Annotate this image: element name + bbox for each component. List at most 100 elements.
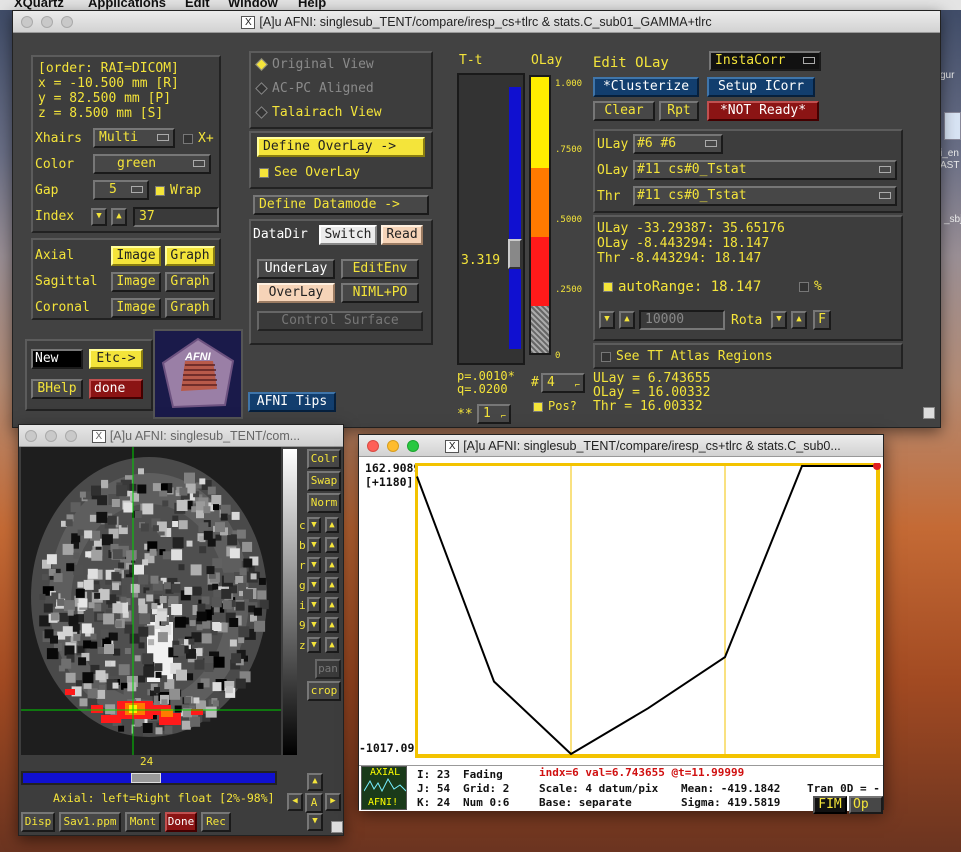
- stars-menu[interactable]: 1 ⌐: [477, 404, 511, 424]
- menu-help[interactable]: Help: [298, 0, 326, 10]
- threshold-slider-trough[interactable]: 3.319: [457, 73, 525, 365]
- index-up-arrow-icon[interactable]: ▲: [111, 208, 127, 226]
- see-tt-toggle[interactable]: See TT Atlas Regions: [601, 349, 773, 364]
- resize-grip-icon[interactable]: [331, 821, 343, 833]
- zoom-button[interactable]: [407, 440, 419, 452]
- edit-olay-label[interactable]: Edit OLay: [593, 55, 669, 71]
- overlay-button[interactable]: OverLay: [257, 283, 335, 303]
- up-arrow-icon[interactable]: ▲: [325, 617, 339, 633]
- color-count-menu[interactable]: 4 ⌐: [541, 373, 585, 393]
- index-down-arrow-icon[interactable]: ▼: [91, 208, 107, 226]
- color-menu[interactable]: green: [93, 154, 211, 174]
- underlay-button[interactable]: UnderLay: [257, 259, 335, 279]
- etc-button[interactable]: Etc->: [89, 349, 143, 369]
- close-button[interactable]: [21, 16, 33, 28]
- thr-menu[interactable]: #11 cs#0_Tstat: [633, 186, 897, 206]
- done-button[interactable]: done: [89, 379, 143, 399]
- menu-app[interactable]: XQuartz: [14, 0, 64, 10]
- main-title-bar[interactable]: X [A]u AFNI: singlesub_TENT/compare/iresp…: [13, 11, 940, 33]
- define-overlay-button[interactable]: Define OverLay ->: [257, 137, 425, 157]
- not-ready-button[interactable]: *NOT Ready*: [707, 101, 819, 121]
- instacorr-menu[interactable]: InstaCorr: [709, 51, 821, 71]
- swap-button[interactable]: Swap: [307, 471, 341, 491]
- resize-grip-icon[interactable]: [923, 407, 935, 419]
- down-arrow-icon[interactable]: ▼: [307, 557, 321, 573]
- axial-mini-view[interactable]: AXIAL AFNI!: [361, 766, 407, 810]
- slice-slider[interactable]: [21, 771, 277, 785]
- minimize-button[interactable]: [41, 16, 53, 28]
- nimlpo-button[interactable]: NIML+PO: [341, 283, 419, 303]
- disp-button[interactable]: Disp: [21, 812, 55, 832]
- f-button[interactable]: F: [813, 310, 831, 330]
- coronal-graph-button[interactable]: Graph: [165, 298, 215, 318]
- brain-image[interactable]: [21, 447, 281, 755]
- threshold-slider-thumb[interactable]: [508, 239, 522, 269]
- up-arrow-icon[interactable]: ▲: [325, 637, 339, 653]
- rpt-button[interactable]: Rpt: [659, 101, 699, 121]
- axial-graph-button[interactable]: Graph: [165, 246, 215, 266]
- close-button[interactable]: [367, 440, 379, 452]
- afni-logo[interactable]: AFNI: [153, 329, 243, 419]
- done-image-button[interactable]: Done: [165, 812, 197, 832]
- range-down-arrow-icon[interactable]: ▼: [599, 311, 615, 329]
- new-button[interactable]: New: [31, 349, 83, 369]
- editenv-button[interactable]: EditEnv: [341, 259, 419, 279]
- setup-icorr-button[interactable]: Setup ICorr: [707, 77, 815, 97]
- acpc-view-radio[interactable]: AC-PC Aligned: [255, 81, 374, 96]
- original-view-radio[interactable]: Original View: [255, 57, 374, 72]
- opt-button[interactable]: Op: [849, 796, 883, 814]
- index-field[interactable]: 37: [133, 207, 219, 227]
- graph-title-bar[interactable]: X [A]u AFNI: singlesub_TENT/compare/iresp…: [359, 435, 883, 457]
- define-datamode-button[interactable]: Define Datamode ->: [253, 195, 429, 215]
- xhairs-menu[interactable]: Multi: [93, 128, 175, 148]
- slice-slider-thumb[interactable]: [131, 773, 161, 783]
- down-arrow-icon[interactable]: ▼: [307, 637, 321, 653]
- xplus-toggle[interactable]: X+: [183, 131, 214, 146]
- rota-field[interactable]: 10000: [639, 310, 725, 330]
- zoom-button[interactable]: [65, 430, 77, 442]
- rec-button[interactable]: Rec: [201, 812, 231, 832]
- graph-area[interactable]: 162.9089 [+1180] -1017.091: [359, 457, 883, 787]
- down-arrow-icon[interactable]: ▼: [307, 537, 321, 553]
- up-arrow-icon[interactable]: ▲: [325, 537, 339, 553]
- pan-button[interactable]: pan: [315, 659, 341, 679]
- axial-image-button[interactable]: Image: [111, 246, 161, 266]
- sagittal-image-button[interactable]: Image: [111, 272, 161, 292]
- norm-button[interactable]: Norm: [307, 493, 341, 513]
- read-button[interactable]: Read: [381, 225, 423, 245]
- mont-button[interactable]: Mont: [125, 812, 161, 832]
- bhelp-button[interactable]: BHelp: [31, 379, 83, 399]
- clear-button[interactable]: Clear: [593, 101, 655, 121]
- fim-button[interactable]: FIM: [813, 796, 847, 814]
- image-title-bar[interactable]: X [A]u AFNI: singlesub_TENT/com...: [19, 425, 343, 447]
- gap-menu[interactable]: 5: [93, 180, 149, 200]
- ulay-menu[interactable]: #6 #6: [633, 134, 723, 154]
- percent-toggle[interactable]: %: [799, 279, 822, 294]
- grayscale-bar[interactable]: [283, 449, 297, 755]
- talairach-view-radio[interactable]: Talairach View: [255, 105, 382, 120]
- up-arrow-icon[interactable]: ▲: [325, 517, 339, 533]
- down-arrow-icon[interactable]: ▼: [307, 617, 321, 633]
- a-button[interactable]: A: [305, 793, 323, 813]
- pos-toggle[interactable]: Pos?: [533, 399, 577, 413]
- down-arrow-icon[interactable]: ▼: [307, 517, 321, 533]
- see-overlay-toggle[interactable]: See OverLay: [259, 165, 360, 180]
- minimize-button[interactable]: [387, 440, 399, 452]
- sav-button[interactable]: Sav1.ppm: [59, 812, 121, 832]
- switch-button[interactable]: Switch: [319, 225, 377, 245]
- crop-button[interactable]: crop: [307, 681, 341, 701]
- coronal-image-button[interactable]: Image: [111, 298, 161, 318]
- up-arrow-icon[interactable]: ▲: [307, 773, 323, 791]
- right-arrow-icon[interactable]: ▶: [325, 793, 341, 811]
- olay-menu[interactable]: #11 cs#0_Tstat: [633, 160, 897, 180]
- menu-window[interactable]: Window: [228, 0, 278, 10]
- rota-up-arrow-icon[interactable]: ▲: [791, 311, 807, 329]
- minimize-button[interactable]: [45, 430, 57, 442]
- up-arrow-icon[interactable]: ▲: [325, 597, 339, 613]
- rota-down-arrow-icon[interactable]: ▼: [771, 311, 787, 329]
- range-up-arrow-icon[interactable]: ▲: [619, 311, 635, 329]
- file-icon[interactable]: [944, 112, 961, 140]
- close-button[interactable]: [25, 430, 37, 442]
- color-scale-bar[interactable]: [529, 75, 551, 355]
- down-arrow-icon[interactable]: ▼: [307, 813, 323, 831]
